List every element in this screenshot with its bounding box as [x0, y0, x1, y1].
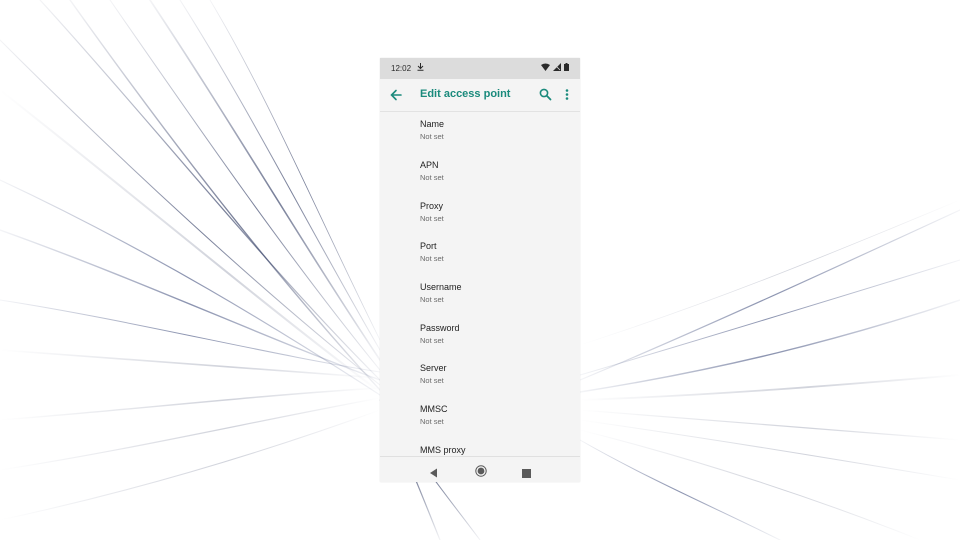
setting-title: APN — [420, 160, 439, 170]
setting-title: MMSC — [420, 404, 448, 414]
setting-title: Name — [420, 119, 445, 129]
setting-title: MMS proxy — [420, 445, 466, 455]
setting-item-password[interactable]: Password Not set — [380, 316, 580, 356]
setting-summary: Not set — [420, 336, 444, 345]
app-bar: Edit access point — [380, 79, 580, 112]
back-arrow-icon[interactable] — [389, 88, 403, 102]
navigation-bar — [380, 456, 580, 482]
phone-screen: 12:02 Edit access point Name Not set APN… — [380, 58, 580, 482]
setting-title: Proxy — [420, 201, 444, 211]
setting-title: Server — [420, 363, 447, 373]
signal-icon — [553, 63, 561, 73]
setting-item-username[interactable]: Username Not set — [380, 275, 580, 315]
settings-list: Name Not set APN Not set Proxy Not set P… — [380, 112, 580, 456]
download-icon — [417, 63, 424, 73]
setting-title: Password — [420, 323, 460, 333]
setting-item-proxy[interactable]: Proxy Not set — [380, 194, 580, 234]
page-title: Edit access point — [420, 88, 511, 100]
nav-recents-icon[interactable] — [522, 465, 531, 482]
setting-summary: Not set — [420, 417, 444, 426]
setting-item-port[interactable]: Port Not set — [380, 234, 580, 274]
setting-title: Username — [420, 282, 462, 292]
search-icon[interactable] — [539, 88, 552, 101]
setting-summary: Not set — [420, 173, 444, 182]
nav-back-icon[interactable] — [429, 465, 438, 482]
setting-item-server[interactable]: Server Not set — [380, 356, 580, 396]
setting-summary: Not set — [420, 132, 444, 141]
setting-item-name[interactable]: Name Not set — [380, 112, 580, 152]
setting-summary: Not set — [420, 376, 444, 385]
wifi-icon — [541, 63, 550, 73]
setting-summary: Not set — [420, 254, 444, 263]
setting-title: Port — [420, 241, 437, 251]
nav-home-icon[interactable] — [475, 464, 487, 482]
battery-icon — [564, 63, 569, 73]
setting-item-apn[interactable]: APN Not set — [380, 153, 580, 193]
status-time: 12:02 — [391, 64, 412, 73]
setting-summary: Not set — [420, 295, 444, 304]
status-icons — [541, 63, 569, 73]
more-vert-icon[interactable] — [564, 88, 570, 101]
status-bar: 12:02 — [380, 58, 580, 79]
setting-summary: Not set — [420, 214, 444, 223]
setting-item-mms-proxy[interactable]: MMS proxy — [380, 438, 580, 456]
setting-item-mmsc[interactable]: MMSC Not set — [380, 397, 580, 437]
